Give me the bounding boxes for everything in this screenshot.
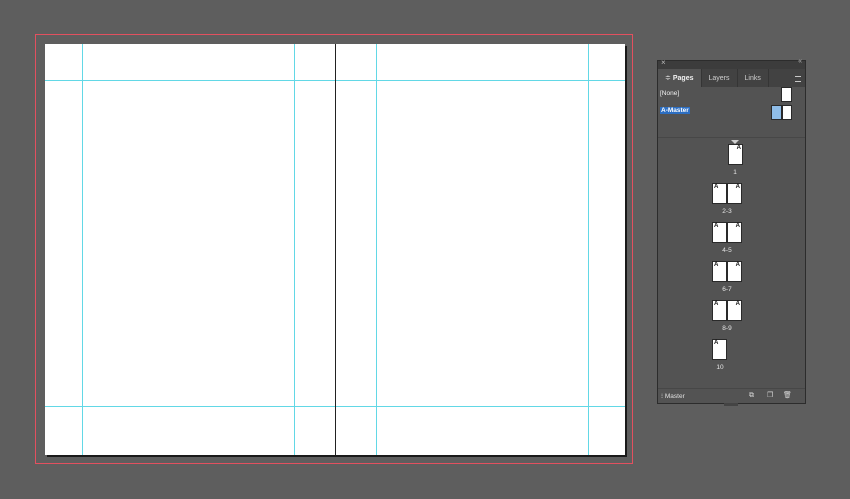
page-thumbnail[interactable]: A [728, 144, 743, 165]
edit-page-size-icon[interactable]: ⧉ [749, 392, 757, 399]
page-thumbnail[interactable]: A [727, 300, 742, 321]
master-prefix-label: A [714, 184, 719, 190]
collapse-icon[interactable]: « [798, 58, 802, 65]
page-number-label: 1 [733, 169, 737, 176]
page-number-label: 10 [716, 364, 724, 371]
tab-pages[interactable]: ≑ Pages [658, 69, 702, 87]
page-number-label: 4-5 [722, 247, 732, 254]
page-thumbnail[interactable]: A [712, 300, 727, 321]
page-shadow [47, 455, 627, 457]
page-thumbnail[interactable]: A [727, 222, 742, 243]
page-spread[interactable] [45, 44, 625, 455]
a-master-label[interactable]: A-Master [660, 107, 690, 114]
panel-divider[interactable] [658, 137, 805, 138]
tab-label: Pages [672, 74, 694, 82]
trash-icon[interactable]: 🗑 [783, 392, 792, 399]
master-prefix-label: A [714, 223, 719, 229]
master-prefix-label: A [714, 301, 719, 307]
master-prefix-label: A [736, 145, 741, 151]
master-prefix-label: A [735, 262, 740, 268]
page-thumbnail[interactable]: A [727, 261, 742, 282]
page-thumbnail[interactable]: A [712, 261, 727, 282]
panel-title-bar[interactable]: × « [658, 58, 805, 69]
guide-vertical[interactable] [376, 44, 377, 455]
spread-spine [335, 44, 336, 455]
panel-footer: ⁝ Master ⧉ ❐ 🗑 [658, 388, 805, 403]
master-none-label[interactable]: [None] [660, 90, 679, 97]
new-page-icon[interactable]: ❐ [767, 392, 775, 399]
guide-vertical[interactable] [294, 44, 295, 455]
master-prefix-label: A [735, 184, 740, 190]
page-size-label[interactable]: ⁝ Master [661, 392, 685, 400]
drag-handle-icon: ≑ [665, 75, 671, 82]
a-master-left-thumbnail[interactable] [771, 105, 782, 120]
page-thumbnail[interactable]: A [712, 183, 727, 204]
page-number-label: 8-9 [722, 325, 732, 332]
guide-vertical[interactable] [588, 44, 589, 455]
page-shadow [625, 46, 627, 457]
master-prefix-label: A [735, 223, 740, 229]
pages-panel[interactable]: × « ≑ Pages Layers Links [None] A-Master… [657, 58, 806, 406]
master-prefix-label: A [735, 301, 740, 307]
tab-layers[interactable]: Layers [702, 69, 738, 87]
close-icon[interactable]: × [661, 58, 666, 67]
page-thumbnail[interactable]: A [727, 183, 742, 204]
page-thumbnail[interactable]: A [712, 222, 727, 243]
page-thumbnail[interactable]: A [712, 339, 727, 360]
panel-tabs: ≑ Pages Layers Links [658, 69, 805, 87]
master-prefix-label: A [714, 340, 719, 346]
tab-label: Links [744, 74, 761, 82]
tab-label: Layers [708, 74, 730, 82]
page-number-label: 6-7 [722, 286, 732, 293]
a-master-right-thumbnail[interactable] [782, 105, 792, 120]
tab-links[interactable]: Links [738, 69, 769, 87]
guide-vertical[interactable] [82, 44, 83, 455]
resize-handle[interactable] [724, 403, 738, 406]
master-none-thumbnail[interactable] [781, 87, 792, 102]
master-prefix-label: A [714, 262, 719, 268]
panel-menu-icon[interactable] [795, 76, 801, 82]
page-number-label: 2-3 [722, 208, 732, 215]
